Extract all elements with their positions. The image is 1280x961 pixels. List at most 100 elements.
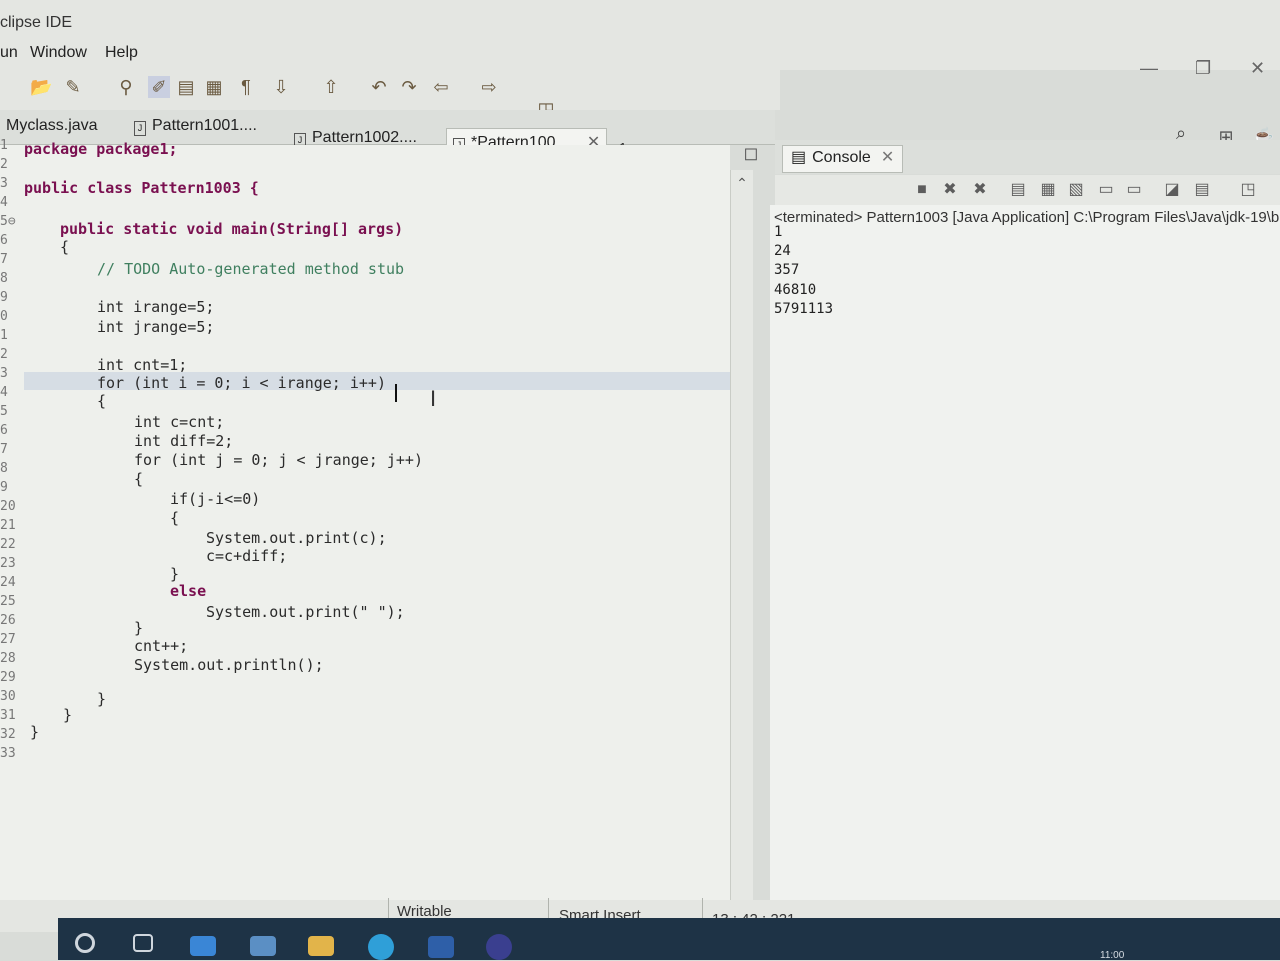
nav-back-icon[interactable]: ⇦ <box>430 76 452 98</box>
line-number: 25 <box>0 594 16 609</box>
eclipse-icon[interactable] <box>486 934 512 960</box>
display-console-icon[interactable]: ▤ <box>1192 180 1212 200</box>
line-number: 28 <box>0 651 16 666</box>
menu-help[interactable]: Help <box>105 44 138 62</box>
menu-run[interactable]: un <box>0 44 18 62</box>
code-line[interactable]: int diff=2; <box>134 432 233 450</box>
line-number: 8 <box>0 461 8 476</box>
minimize-button[interactable]: — <box>1140 58 1158 79</box>
console-status: <terminated> Pattern1003 [Java Applicati… <box>774 209 1280 226</box>
console-icon: ▤ <box>791 149 807 166</box>
line-number: 26 <box>0 613 16 628</box>
code-line[interactable]: // TODO Auto-generated method stub <box>97 260 404 278</box>
clear-console-icon[interactable]: ▤ <box>1008 180 1028 200</box>
tab-pattern1001[interactable]: J Pattern1001.... <box>134 112 257 142</box>
line-number: 7 <box>0 252 8 267</box>
close-button[interactable]: ✕ <box>1250 58 1265 79</box>
code-line[interactable]: } <box>30 723 39 741</box>
show-on-error-icon[interactable]: ▭ <box>1124 180 1144 200</box>
code-line[interactable]: { <box>60 238 69 256</box>
code-line[interactable]: int c=cnt; <box>134 413 224 431</box>
console-output-line: 1 <box>774 224 783 240</box>
line-number: 9 <box>0 290 8 305</box>
scroll-up-icon[interactable]: ⌃ <box>731 172 753 194</box>
line-number: 5⊖ <box>0 214 16 229</box>
code-line[interactable]: for (int j = 0; j < jrange; j++) <box>134 451 423 469</box>
open-icon[interactable]: 📂 <box>30 76 52 98</box>
previous-annotation-icon[interactable]: ⇧ <box>320 76 342 98</box>
code-line[interactable]: System.out.println(); <box>134 656 324 674</box>
terminate-icon[interactable]: ■ <box>912 180 932 200</box>
taskbar-clock: 11:00 <box>1100 950 1125 961</box>
edit-icon[interactable]: ✐ <box>148 76 170 98</box>
line-number: 2 <box>0 157 8 172</box>
code-line[interactable]: { <box>170 509 179 527</box>
restore-button[interactable]: ❐ <box>1195 58 1211 79</box>
line-number: 2 <box>0 347 8 362</box>
code-line[interactable]: { <box>97 392 106 410</box>
forward-icon[interactable]: ↷ <box>398 76 420 98</box>
line-number: 31 <box>0 708 16 723</box>
code-line[interactable]: { <box>134 470 143 488</box>
open-console-icon[interactable]: ◳ <box>1238 180 1258 200</box>
editor-scrollbar[interactable] <box>730 170 753 900</box>
line-number: 4 <box>0 195 8 210</box>
code-line[interactable]: else <box>170 582 206 600</box>
console-output-line: 5791113 <box>774 301 834 317</box>
console-output-area[interactable] <box>770 205 1280 900</box>
menu-bar: un Window Help <box>0 40 1280 70</box>
menu-window[interactable]: Window <box>30 44 87 62</box>
tab-console[interactable]: ▤ Console ✕ <box>782 145 904 173</box>
next-annotation-icon[interactable]: ⇩ <box>270 76 292 98</box>
line-number: 22 <box>0 537 16 552</box>
code-line[interactable]: int cnt=1; <box>97 356 187 374</box>
remove-launch-icon[interactable]: ✖ <box>940 180 960 200</box>
code-line[interactable]: c=c+diff; <box>206 547 287 565</box>
line-number: 3 <box>0 366 8 381</box>
close-console-icon[interactable]: ✕ <box>881 149 894 166</box>
code-line[interactable]: if(j-i<=0) <box>170 490 260 508</box>
code-line[interactable]: int irange=5; <box>97 298 214 316</box>
scroll-lock-icon[interactable]: ▦ <box>1038 180 1058 200</box>
show-on-output-icon[interactable]: ▭ <box>1096 180 1116 200</box>
code-line[interactable]: public static void main(String[] args) <box>60 220 403 238</box>
code-line[interactable]: System.out.print(c); <box>206 529 387 547</box>
pin-console-icon[interactable]: ◪ <box>1162 180 1182 200</box>
task-view-icon[interactable] <box>133 934 153 952</box>
maximize-editor-icon[interactable]: ◻ <box>740 142 762 164</box>
word-icon[interactable] <box>428 936 454 958</box>
line-number: 9 <box>0 480 8 495</box>
code-line[interactable]: } <box>134 619 143 637</box>
debug-icon[interactable]: ⚲ <box>115 76 137 98</box>
code-line[interactable]: } <box>170 565 179 583</box>
java-file-icon: J <box>134 121 146 136</box>
code-line[interactable]: for (int i = 0; i < irange; i++) <box>97 374 386 392</box>
code-line[interactable]: System.out.print(" "); <box>206 603 405 621</box>
file-explorer-icon[interactable] <box>308 936 334 956</box>
remove-all-icon[interactable]: ✖ <box>970 180 990 200</box>
code-line[interactable]: cnt++; <box>134 637 188 655</box>
line-number: 6 <box>0 423 8 438</box>
edge-icon[interactable] <box>368 934 394 960</box>
code-editor[interactable] <box>0 145 730 900</box>
store-icon[interactable] <box>250 936 276 956</box>
nav-forward-icon[interactable]: ⇨ <box>478 76 500 98</box>
title-bar: clipse IDE <box>0 0 1280 40</box>
run-icon[interactable]: ✎ <box>62 76 84 98</box>
code-line[interactable]: public class Pattern1003 { <box>24 179 259 197</box>
word-wrap-icon[interactable]: ▧ <box>1066 180 1086 200</box>
line-number: 8 <box>0 271 8 286</box>
save-icon[interactable]: ▤ <box>175 76 197 98</box>
mail-icon[interactable] <box>190 936 216 956</box>
pilcrow-icon[interactable]: ¶ <box>235 76 257 98</box>
line-number: 7 <box>0 442 8 457</box>
code-line[interactable]: int jrange=5; <box>97 318 214 336</box>
search-icon[interactable] <box>75 933 95 953</box>
back-icon[interactable]: ↶ <box>368 76 390 98</box>
code-line[interactable]: package package1; <box>24 140 178 158</box>
console-output-line: 24 <box>774 243 791 259</box>
tab-myclass[interactable]: Myclass.java <box>6 112 98 142</box>
code-line[interactable]: } <box>63 706 72 724</box>
format-icon[interactable]: ▦ <box>203 76 225 98</box>
code-line[interactable]: } <box>97 690 106 708</box>
